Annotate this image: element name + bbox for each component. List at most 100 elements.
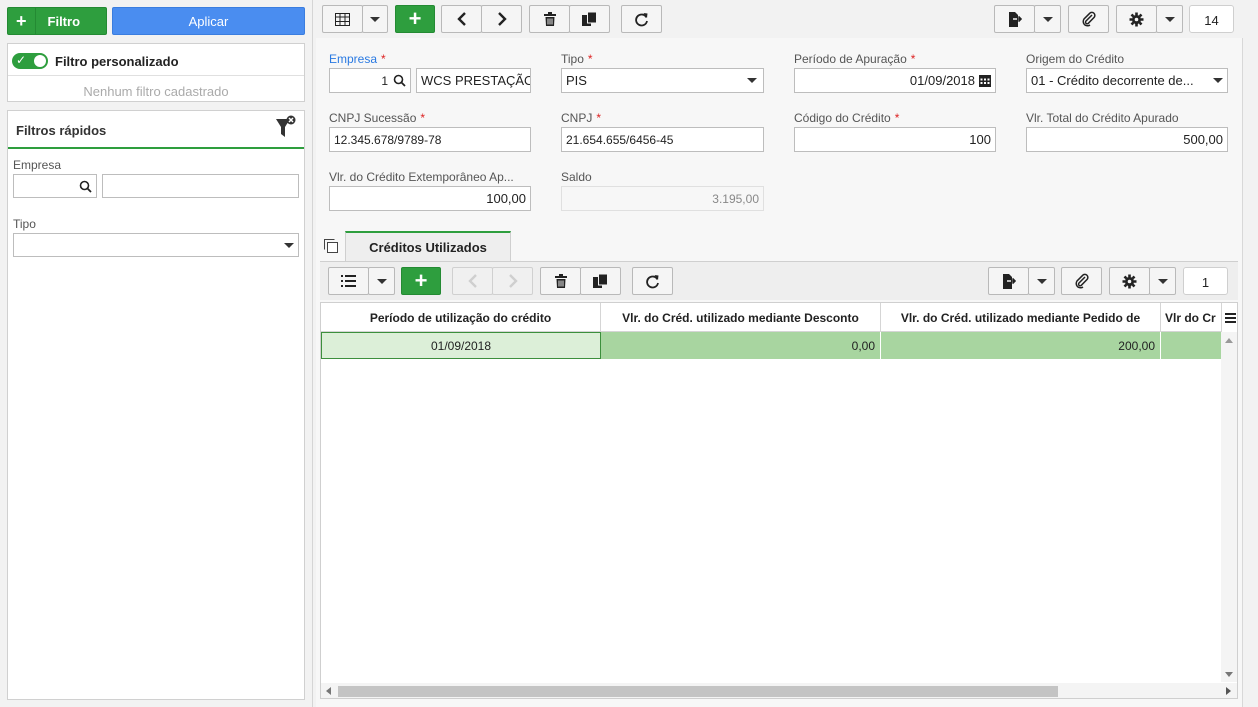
chevron-down-icon	[370, 16, 380, 22]
attach-button[interactable]	[1068, 5, 1109, 33]
grid-copy-button[interactable]	[580, 267, 621, 295]
cell-pedido[interactable]: 200,00	[881, 332, 1161, 359]
filter-button[interactable]: + Filtro	[7, 7, 107, 35]
custom-filter-label: Filtro personalizado	[55, 54, 179, 69]
check-icon: ✓	[16, 53, 27, 67]
data-grid: Período de utilização do crédito Vlr. do…	[320, 302, 1238, 699]
column-header-desconto[interactable]: Vlr. do Créd. utilizado mediante Descont…	[601, 303, 881, 332]
vlr-total-input[interactable]: 500,00	[1026, 127, 1228, 152]
chevron-down-icon	[376, 278, 387, 284]
tipo-select[interactable]: PIS	[561, 68, 764, 93]
record-count: 14	[1189, 5, 1234, 33]
grid-export-dropdown[interactable]	[1028, 267, 1055, 295]
cnpj-input[interactable]: 21.654.655/6456-45	[561, 127, 764, 152]
vertical-scrollbar[interactable]	[1221, 332, 1237, 682]
grid-export-button[interactable]	[988, 267, 1029, 295]
cnpj-sucessao-label: CNPJ Sucessão *	[329, 111, 426, 125]
codigo-credito-input[interactable]: 100	[794, 127, 996, 152]
refresh-icon	[646, 274, 659, 288]
grid-refresh-button[interactable]	[632, 267, 673, 295]
plus-icon: +	[408, 6, 422, 31]
table-row[interactable]: 01/09/2018 0,00 200,00	[321, 332, 1221, 359]
previous-button[interactable]	[441, 5, 482, 33]
horizontal-scrollbar[interactable]	[321, 683, 1237, 698]
chevron-left-icon	[456, 12, 466, 26]
empresa-label: Empresa *	[329, 52, 386, 66]
tipo-filter-select[interactable]	[13, 233, 299, 257]
column-header-periodo[interactable]: Período de utilização do crédito	[321, 303, 601, 332]
next-button[interactable]	[481, 5, 522, 33]
apply-button[interactable]: Aplicar	[112, 7, 305, 35]
periodo-input[interactable]: 01/09/2018	[794, 68, 996, 93]
scroll-down-icon[interactable]	[1225, 672, 1233, 677]
column-menu-icon[interactable]	[1221, 303, 1237, 332]
grid-record-count: 1	[1183, 267, 1228, 295]
grid-attach-button[interactable]	[1061, 267, 1102, 295]
delete-button[interactable]	[529, 5, 570, 33]
empresa-name-input[interactable]: WCS PRESTAÇÃO	[416, 68, 531, 93]
origem-select[interactable]: 01 - Crédito decorrente de...	[1026, 68, 1228, 93]
cnpj-sucessao-input[interactable]: 12.345.678/9789-78	[329, 127, 531, 152]
plus-icon: +	[16, 11, 27, 31]
add-button[interactable]: +	[395, 5, 435, 33]
filter-button-label: Filtro	[47, 13, 81, 29]
chevron-down-icon	[1157, 278, 1168, 284]
chevron-right-icon	[497, 12, 507, 26]
empresa-filter-code-input[interactable]	[13, 174, 97, 198]
empresa-filter-label: Empresa	[13, 158, 62, 172]
search-icon[interactable]	[393, 74, 406, 87]
grid-list-button[interactable]	[328, 267, 369, 295]
table-icon	[335, 12, 350, 26]
refresh-button[interactable]	[621, 5, 662, 33]
grid-settings-dropdown[interactable]	[1149, 267, 1176, 295]
custom-filter-toggle[interactable]: ✓	[12, 53, 48, 69]
saldo-label: Saldo	[561, 170, 592, 184]
tipo-filter-label: Tipo	[13, 217, 36, 231]
settings-dropdown[interactable]	[1156, 5, 1183, 33]
saldo-input: 3.195,00	[561, 186, 764, 211]
paperclip-icon	[1074, 273, 1089, 289]
grid-delete-button[interactable]	[540, 267, 581, 295]
vlr-extemporaneo-input[interactable]: 100,00	[329, 186, 531, 211]
export-dropdown[interactable]	[1034, 5, 1061, 33]
grid-add-button[interactable]: +	[401, 267, 441, 295]
grid-previous-button[interactable]	[452, 267, 493, 295]
cell-desconto[interactable]: 0,00	[601, 332, 881, 359]
grid-view-button[interactable]	[322, 5, 363, 33]
grid-view-dropdown[interactable]	[362, 5, 388, 33]
settings-button[interactable]	[1116, 5, 1157, 33]
scroll-right-icon[interactable]	[1226, 687, 1231, 695]
clear-filter-icon[interactable]	[274, 115, 296, 141]
chevron-right-icon	[508, 274, 518, 288]
codigo-credito-label: Código do Crédito *	[794, 111, 900, 125]
periodo-label: Período de Apuração *	[794, 52, 916, 66]
tab-creditos-utilizados[interactable]: Créditos Utilizados	[345, 231, 511, 262]
apply-button-label: Aplicar	[188, 13, 229, 29]
no-filter-text: Nenhum filtro cadastrado	[83, 84, 229, 99]
grid-next-button[interactable]	[492, 267, 533, 295]
quick-filters-header: Filtros rápidos	[8, 111, 304, 149]
trash-icon	[543, 12, 556, 26]
scroll-left-icon[interactable]	[326, 687, 331, 695]
calendar-icon[interactable]	[979, 74, 991, 87]
copy-button[interactable]	[569, 5, 610, 33]
cell-extra[interactable]	[1161, 332, 1221, 359]
chevron-down-icon	[284, 242, 294, 248]
duplicate-window-icon[interactable]	[323, 238, 339, 257]
search-icon[interactable]	[79, 180, 92, 193]
empresa-code-input[interactable]: 1	[329, 68, 411, 93]
scroll-up-icon[interactable]	[1225, 338, 1233, 343]
grid-list-dropdown[interactable]	[368, 267, 395, 295]
export-button[interactable]	[994, 5, 1035, 33]
quick-filters-title: Filtros rápidos	[16, 123, 107, 138]
column-header-pedido[interactable]: Vlr. do Créd. utilizado mediante Pedido …	[881, 303, 1161, 332]
trash-icon	[554, 274, 567, 288]
cell-periodo[interactable]: 01/09/2018	[321, 332, 601, 359]
empresa-filter-name-input[interactable]	[102, 174, 299, 198]
gear-icon	[1122, 274, 1137, 288]
horizontal-scroll-thumb[interactable]	[338, 686, 1058, 697]
grid-settings-button[interactable]	[1109, 267, 1150, 295]
chevron-down-icon	[747, 78, 757, 83]
column-header-extra[interactable]: Vlr do Cr	[1161, 303, 1221, 332]
paperclip-icon	[1081, 11, 1096, 27]
